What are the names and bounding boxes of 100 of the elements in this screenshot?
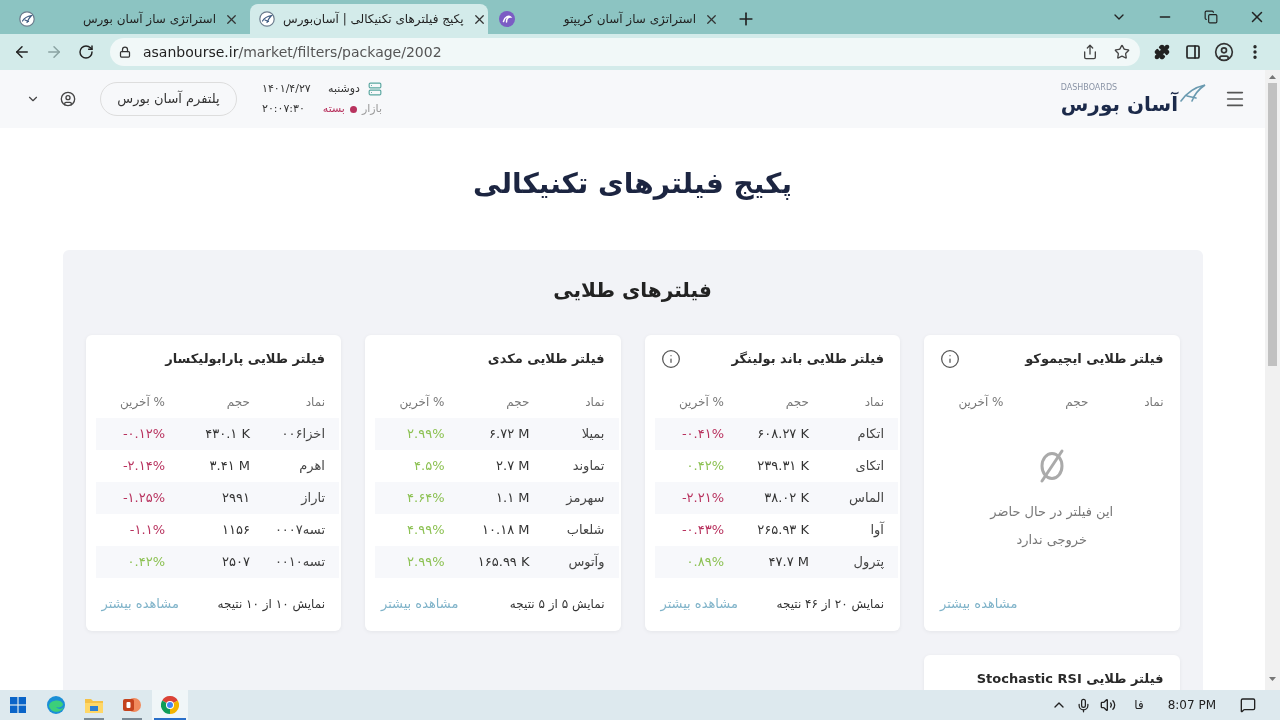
symbol-cell-text: تسه۰۰۱۰: [274, 553, 325, 572]
logo-text: آسان بورس: [1060, 93, 1178, 115]
symbol-cell-text: پترول: [853, 553, 884, 572]
volume-cell-text: ۶.۷۲ M: [489, 425, 530, 444]
symbol-cell: آوا: [870, 520, 884, 540]
change-cell-text: ۲.۹۹%: [407, 425, 445, 444]
page-title: پکیج فیلترهای تکنیکالی: [472, 166, 793, 202]
symbol-cell-text: تاراز: [301, 489, 325, 508]
symbol-cell-text: سهرمز: [566, 489, 605, 508]
section-title: فیلترهای طلایی: [552, 277, 713, 304]
reload-icon[interactable]: [78, 44, 94, 60]
change-cell-text: ۴.۹۹%: [407, 521, 445, 540]
change-cell-text: -۰.۱۲%: [122, 425, 165, 444]
taskbar-app-button[interactable]: [152, 690, 188, 720]
market-status: بسته: [322, 101, 345, 117]
symbol-cell-text: اخزا۰۰۶: [281, 425, 325, 444]
column-header: % آخرین: [399, 393, 445, 411]
symbol-cell-text: شلعاب: [566, 521, 605, 540]
change-cell-text: ۰.۴۲%: [686, 457, 724, 476]
card-title: فیلتر طلایی پارابولیکسار: [165, 351, 325, 367]
caret-up-icon[interactable]: [1269, 75, 1276, 79]
card-title: فیلتر طلایی باند بولینگر: [731, 351, 884, 367]
column-header: حجم: [226, 394, 250, 411]
volume-cell-text: ۲۳۹.۳۱ K: [757, 457, 809, 476]
volume-cell-text: ۲۶۵.۹۳ K: [757, 521, 809, 540]
language-indicator[interactable]: فا: [1134, 696, 1144, 714]
market-label: بازار: [361, 101, 382, 117]
card-title: فیلتر طلایی ایچیموکو: [1025, 351, 1164, 367]
lock-icon: [119, 46, 131, 58]
column-header: نماد: [864, 394, 884, 411]
server-icon: [368, 81, 382, 96]
swirl-logo-icon: [47, 696, 65, 714]
browser-tab[interactable]: استراتژی ساز آسان کریپتو: [490, 4, 728, 34]
ring-logo-icon: [161, 696, 179, 714]
platform-button[interactable]: پلتفرم آسان بورس: [100, 82, 237, 116]
volume-cell-text: ۱۰.۱۸ M: [482, 521, 530, 540]
user-icon[interactable]: [60, 91, 76, 107]
change-cell-text: ۲.۹۹%: [407, 553, 445, 572]
profile-icon[interactable]: [1213, 42, 1234, 62]
share-icon[interactable]: [1082, 44, 1098, 60]
windows-logo-icon: [10, 697, 26, 713]
column-header: نماد: [305, 394, 325, 411]
change-cell-text: ۰.۸۹%: [686, 553, 724, 572]
volume-cell-text: ۱.۱ M: [496, 489, 530, 508]
bird-logo-icon: [1180, 83, 1206, 103]
symbol-cell-text: بمیلا: [581, 425, 605, 444]
card-title: فیلتر طلایی Stochastic RSI: [976, 671, 1164, 687]
tab-title: پکیج فیلترهای تکنیکالی | آسان‌بورس: [283, 10, 464, 28]
restore-icon[interactable]: [1204, 10, 1218, 24]
change-cell-text: -۰.۴۳%: [681, 521, 724, 540]
back-icon[interactable]: [13, 43, 31, 61]
change-cell-text: -۱.۲۵%: [122, 489, 165, 508]
column-header: حجم: [785, 394, 809, 411]
result-count: نمایش ۲۰ از ۴۶ نتیجه: [776, 596, 884, 613]
symbol-cell-text: تماوند: [572, 457, 605, 476]
clock-text[interactable]: 8:07 PM: [1167, 696, 1216, 714]
volume-cell-text: ۲۹۹۱: [222, 489, 250, 508]
change-cell-text: -۱.۱%: [129, 521, 165, 540]
day-text: دوشنبه: [328, 80, 360, 97]
browser-tab[interactable]: پکیج فیلترهای تکنیکالی | آسان‌بورس: [250, 4, 488, 34]
column-header: حجم: [1065, 394, 1089, 411]
volume-cell-text: ۱۶۵.۹۹ K: [477, 553, 530, 572]
change-cell-text: ۰.۴۲%: [127, 553, 165, 572]
result-count: نمایش ۱۰ از ۱۰ نتیجه: [217, 596, 325, 613]
symbol-cell-text: تسه۰۰۰۷: [274, 521, 325, 540]
speaker-icon[interactable]: [1100, 697, 1117, 713]
scrollbar[interactable]: [1265, 70, 1280, 690]
tab-title: استراتژی ساز آسان بورس: [81, 10, 216, 28]
volume-cell-text: ۱۱۵۶: [222, 521, 250, 540]
info-icon[interactable]: [940, 349, 960, 369]
change-cell-text: ۴.۶۴%: [407, 489, 445, 508]
volume-cell-text: ۴۳۰.۱ K: [205, 425, 250, 444]
change-cell-text: -۲.۱۴%: [122, 457, 165, 476]
tab-title: استراتژی ساز آسان کریپتو: [562, 10, 696, 28]
puzzle-icon[interactable]: [1153, 44, 1170, 60]
info-icon[interactable]: [660, 349, 681, 369]
scroll-thumb[interactable]: [1268, 83, 1277, 366]
symbol-cell-text: الماس: [849, 489, 884, 508]
side-panel-icon[interactable]: [1184, 44, 1201, 60]
symbol-cell-text: اتکام: [857, 425, 884, 444]
url-text: asanbourse.ir/market/filters/package/2002: [143, 42, 442, 62]
column-header: % آخرین: [119, 393, 165, 411]
caret-down-icon[interactable]: [1269, 677, 1276, 681]
address-bar[interactable]: asanbourse.ir/market/filters/package/2002: [110, 38, 1140, 66]
logo-tagline: DASHBOARDS: [1060, 83, 1118, 93]
slides-app-icon: [123, 696, 141, 714]
notification-icon[interactable]: [1240, 697, 1256, 713]
bird-logo-icon: [259, 11, 275, 27]
column-header: نماد: [1144, 394, 1164, 411]
bird-logo-icon: [19, 11, 35, 27]
result-count: نمایش ۵ از ۵ نتیجه: [509, 596, 605, 613]
browser-tab[interactable]: استراتژی ساز آسان بورس: [10, 4, 248, 34]
volume-cell-text: ۲.۷ M: [496, 457, 530, 476]
volume-cell-text: ۶۰۸.۲۷ K: [757, 425, 809, 444]
symbol-cell-text: اتکای: [855, 457, 884, 476]
star-icon[interactable]: [1114, 44, 1130, 60]
change-cell-text: -۲.۲۱%: [681, 489, 724, 508]
microphone-icon[interactable]: [1076, 697, 1092, 713]
folder-icon: [85, 697, 103, 713]
volume-cell-text: ۳۸.۰۲ K: [764, 489, 809, 508]
